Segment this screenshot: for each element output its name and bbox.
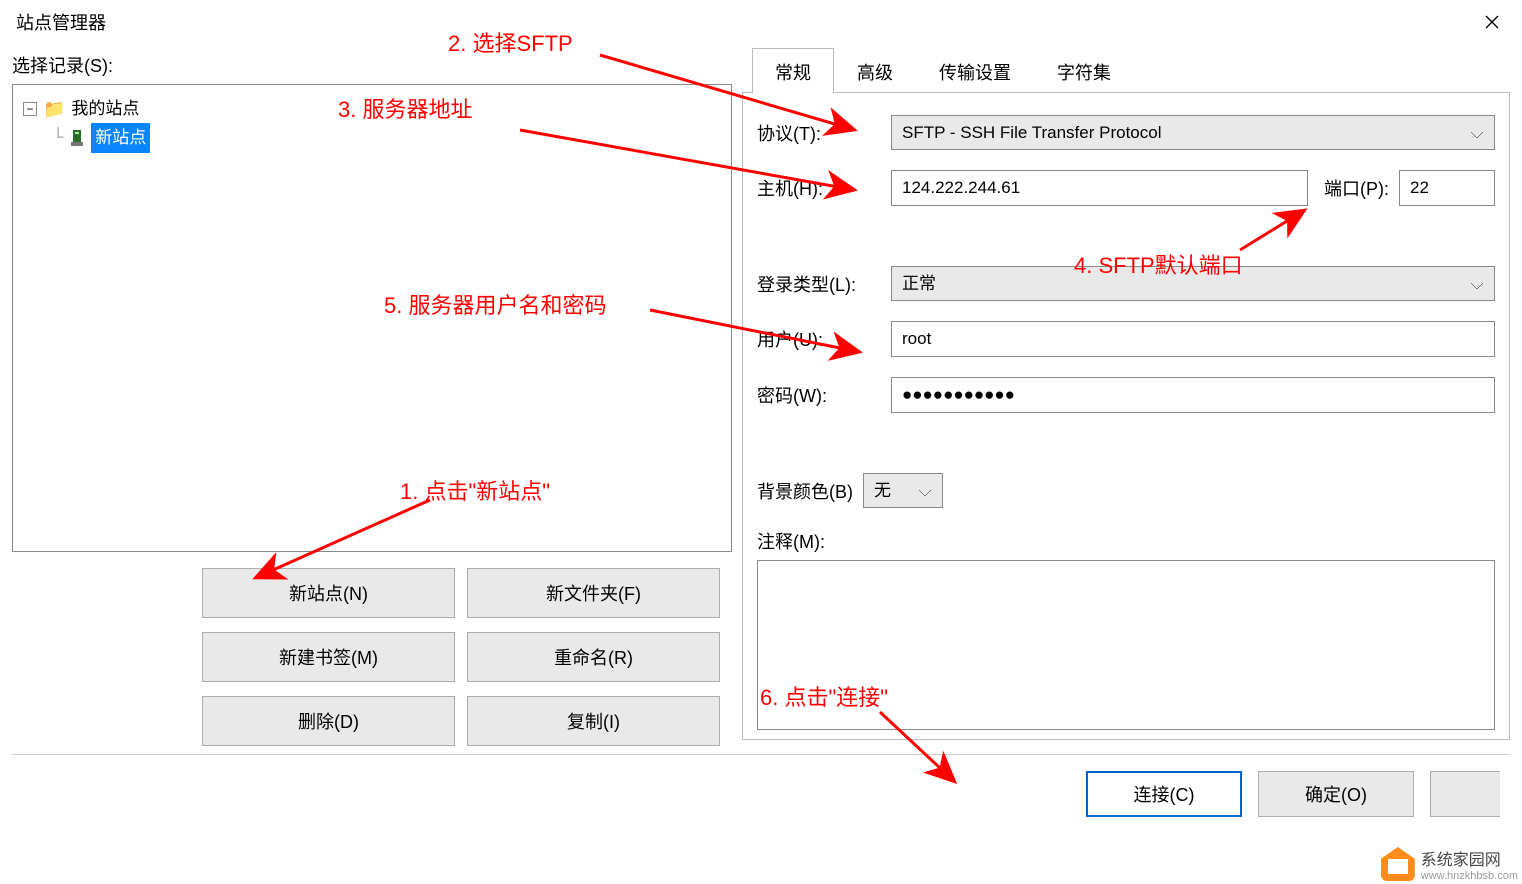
new-bookmark-button[interactable]: 新建书签(M) [202, 632, 455, 682]
tree-connector-icon: └ [53, 124, 63, 152]
connect-button[interactable]: 连接(C) [1086, 771, 1242, 817]
close-icon [1484, 14, 1500, 30]
tree-root-label: 我的站点 [71, 95, 139, 123]
tab-general[interactable]: 常规 [752, 48, 834, 93]
left-panel: 选择记录(S): − 📁 我的站点 └ 新站点 新站点(N) 新文件夹(F) 新… [12, 42, 732, 746]
ok-button[interactable]: 确定(O) [1258, 771, 1414, 817]
copy-button[interactable]: 复制(I) [467, 696, 720, 746]
site-tree[interactable]: − 📁 我的站点 └ 新站点 [12, 84, 732, 552]
watermark-text-2: www.hnzkhbsb.com [1421, 870, 1518, 882]
password-input[interactable] [891, 377, 1495, 413]
password-label: 密码(W): [757, 382, 881, 408]
notes-label: 注释(M): [757, 528, 825, 554]
bg-color-label: 背景颜色(B) [757, 478, 853, 504]
folder-icon: 📁 [43, 95, 65, 123]
watermark: 系统家园网 www.hnzkhbsb.com [1373, 842, 1522, 884]
right-panel: 常规 高级 传输设置 字符集 协议(T): SFTP - SSH File Tr… [742, 42, 1510, 746]
close-button[interactable] [1472, 7, 1512, 37]
port-label: 端口(P): [1324, 175, 1389, 201]
protocol-select[interactable]: SFTP - SSH File Transfer Protocol [891, 115, 1495, 150]
tree-item-new-site[interactable]: └ 新站点 [53, 123, 721, 153]
watermark-text-1: 系统家园网 [1421, 846, 1518, 870]
port-input[interactable] [1399, 170, 1495, 206]
tree-root[interactable]: − 📁 我的站点 [23, 95, 721, 123]
tab-charset[interactable]: 字符集 [1034, 48, 1134, 93]
select-record-label: 选择记录(S): [12, 52, 732, 78]
host-input[interactable] [891, 170, 1308, 206]
new-site-button[interactable]: 新站点(N) [202, 568, 455, 618]
bg-color-select[interactable]: 无 [863, 473, 943, 508]
rename-button[interactable]: 重命名(R) [467, 632, 720, 682]
tab-advanced[interactable]: 高级 [834, 48, 916, 93]
collapse-icon[interactable]: − [23, 102, 37, 116]
delete-button[interactable]: 删除(D) [202, 696, 455, 746]
watermark-icon [1381, 847, 1415, 881]
window-title: 站点管理器 [16, 9, 106, 35]
notes-textarea[interactable] [757, 560, 1495, 730]
server-icon [69, 128, 85, 148]
new-folder-button[interactable]: 新文件夹(F) [467, 568, 720, 618]
logon-type-label: 登录类型(L): [757, 271, 881, 297]
tab-transfer[interactable]: 传输设置 [916, 48, 1034, 93]
host-label: 主机(H): [757, 175, 881, 201]
user-input[interactable] [891, 321, 1495, 357]
cancel-button-partial[interactable] [1430, 771, 1500, 817]
logon-type-select[interactable]: 正常 [891, 266, 1495, 301]
protocol-label: 协议(T): [757, 120, 881, 146]
user-label: 用户(U): [757, 326, 881, 352]
tree-item-label: 新站点 [91, 123, 150, 153]
